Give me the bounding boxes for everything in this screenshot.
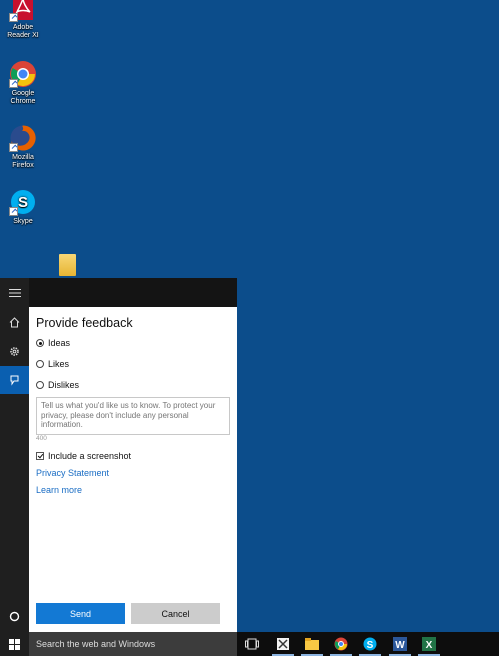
cancel-button[interactable]: Cancel — [131, 603, 220, 624]
tools-icon[interactable] — [272, 636, 294, 656]
firefox-icon — [9, 124, 37, 152]
folder-icon[interactable] — [59, 254, 76, 276]
radio-label: Ideas — [48, 338, 71, 348]
desktop-icon-label: Reader XI — [7, 32, 39, 39]
desktop-icon-skype[interactable]: S Skype — [2, 188, 44, 226]
radio-label: Likes — [48, 359, 70, 369]
screenshot-checkbox[interactable] — [36, 452, 44, 460]
desktop-icon-label: Adobe — [12, 24, 34, 31]
feedback-icon[interactable] — [0, 366, 29, 394]
skype-icon[interactable]: S — [359, 636, 381, 656]
file-explorer-icon[interactable] — [301, 636, 323, 656]
privacy-statement-link[interactable]: Privacy Statement — [36, 468, 109, 478]
taskbar-search-box[interactable]: Search the web and Windows — [29, 632, 237, 656]
screenshot-label: Include a screenshot — [48, 451, 132, 461]
radio-dislikes[interactable]: Dislikes — [36, 380, 79, 390]
desktop-icon-firefox[interactable]: Mozilla Firefox — [2, 124, 44, 170]
desktop-icon-label: Firefox — [12, 162, 34, 169]
chrome-icon — [9, 60, 37, 88]
task-view-icon[interactable] — [244, 636, 260, 652]
feedback-panel: Provide feedback Ideas Likes Dislikes 40… — [29, 307, 237, 632]
chrome-icon[interactable] — [330, 636, 352, 656]
feedback-textbox[interactable] — [36, 397, 230, 435]
home-icon[interactable] — [0, 308, 29, 336]
search-box-text: Search the web and Windows — [36, 639, 156, 649]
desktop-icon-label: Chrome — [10, 98, 36, 105]
word-icon[interactable]: W — [389, 636, 411, 656]
radio-button[interactable] — [36, 339, 44, 347]
character-count: 400 — [36, 435, 47, 442]
hamburger-menu-icon[interactable] — [0, 279, 29, 307]
desktop-icon-label: Skype — [13, 218, 33, 225]
svg-text:S: S — [367, 640, 374, 651]
send-button[interactable]: Send — [36, 603, 125, 624]
radio-label: Dislikes — [48, 380, 80, 390]
cortana-side-rail — [0, 278, 29, 632]
desktop-icon-chrome[interactable]: Google Chrome — [2, 60, 44, 106]
desktop-icon-label: Google — [11, 90, 35, 97]
svg-text:X: X — [426, 640, 433, 651]
skype-icon: S — [9, 188, 37, 216]
settings-gear-icon[interactable] — [0, 337, 29, 365]
panel-header-bar — [29, 278, 237, 307]
windows-logo-icon — [9, 638, 20, 650]
adobe-reader-icon — [9, 0, 37, 22]
excel-icon[interactable]: X — [418, 636, 440, 656]
include-screenshot-option[interactable]: Include a screenshot — [36, 451, 131, 461]
desktop-icon-label: Mozilla — [12, 154, 34, 161]
desktop-icon-adobe-reader[interactable]: Adobe Reader XI — [2, 0, 44, 40]
page-title: Provide feedback — [36, 316, 133, 330]
svg-text:W: W — [395, 640, 405, 651]
radio-button[interactable] — [36, 360, 44, 368]
start-button[interactable] — [0, 632, 29, 656]
svg-text:S: S — [18, 194, 28, 211]
radio-ideas[interactable]: Ideas — [36, 338, 70, 348]
learn-more-link[interactable]: Learn more — [36, 485, 82, 495]
cortana-circle-icon[interactable] — [0, 602, 29, 630]
radio-likes[interactable]: Likes — [36, 359, 69, 369]
radio-button[interactable] — [36, 381, 44, 389]
